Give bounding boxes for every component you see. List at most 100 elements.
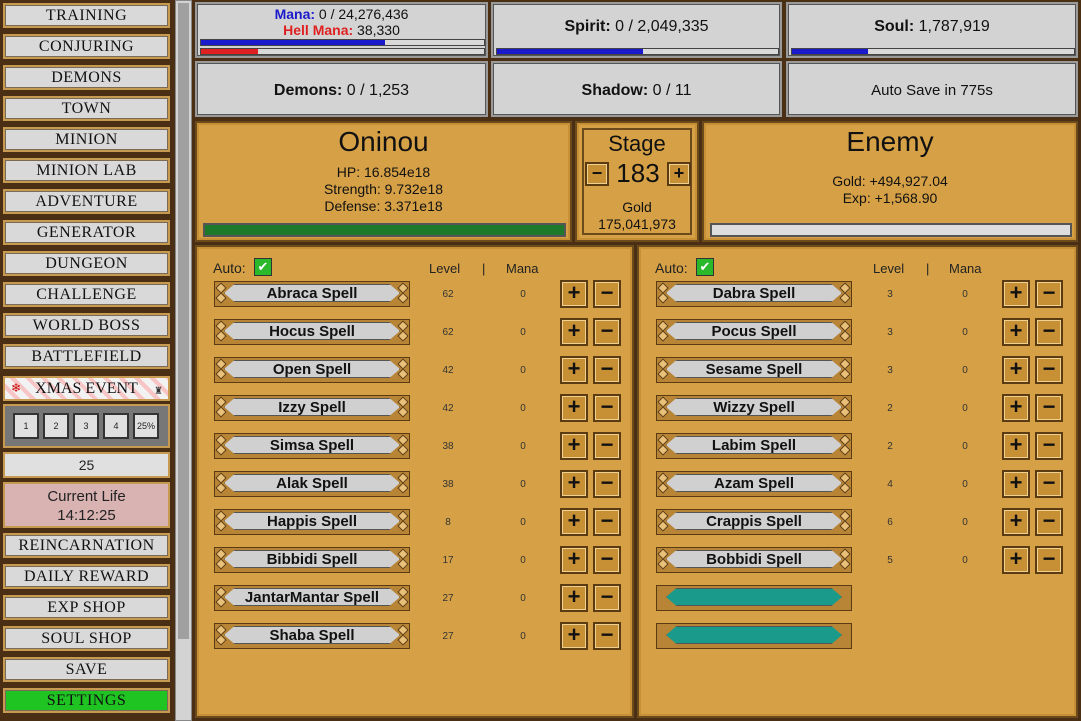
nav-minion-lab-button[interactable]: MINION LAB xyxy=(3,158,170,183)
quantity-field[interactable]: 25 xyxy=(3,452,170,478)
nav-reincarnation-button[interactable]: REINCARNATION xyxy=(3,533,170,558)
spell-button[interactable]: Abraca Spell xyxy=(214,281,410,307)
spell-minus-button[interactable]: − xyxy=(1035,394,1063,422)
spell-minus-button[interactable]: − xyxy=(1035,356,1063,384)
spell-minus-button[interactable]: − xyxy=(593,470,621,498)
spell-plus-button[interactable]: + xyxy=(560,394,588,422)
spell-plus-button[interactable]: + xyxy=(560,356,588,384)
spell-plus-button[interactable]: + xyxy=(560,584,588,612)
locked-spell-slot[interactable] xyxy=(656,585,852,611)
spell-plus-button[interactable]: + xyxy=(560,470,588,498)
locked-spell-slot[interactable] xyxy=(656,623,852,649)
spell-minus-button[interactable]: − xyxy=(593,584,621,612)
spirit-label: Spirit: xyxy=(564,18,611,35)
spell-mana: 0 xyxy=(520,631,526,642)
spell-minus-button[interactable]: − xyxy=(1035,508,1063,536)
spell-button[interactable]: Hocus Spell xyxy=(214,319,410,345)
spell-button[interactable]: Happis Spell xyxy=(214,509,410,535)
speed-button-25pct[interactable]: 25% xyxy=(133,413,159,439)
spell-button[interactable]: Open Spell xyxy=(214,357,410,383)
spell-plus-button[interactable]: + xyxy=(1002,470,1030,498)
nav-xmas-event-button[interactable]: ❄ XMAS EVENT ♜ xyxy=(3,376,170,401)
spell-minus-button[interactable]: − xyxy=(593,356,621,384)
spell-minus-button[interactable]: − xyxy=(1035,318,1063,346)
nav-minion-button[interactable]: MINION xyxy=(3,127,170,152)
soul-value: 1,787,919 xyxy=(914,18,990,35)
spell-mana: 0 xyxy=(520,403,526,414)
spell-minus-button[interactable]: − xyxy=(1035,470,1063,498)
nav-battlefield-button[interactable]: BATTLEFIELD xyxy=(3,344,170,369)
nav-town-button[interactable]: TOWN xyxy=(3,96,170,121)
spell-button[interactable]: Alak Spell xyxy=(214,471,410,497)
spell-mana: 0 xyxy=(520,289,526,300)
spell-plus-button[interactable]: + xyxy=(560,546,588,574)
right-auto-checkbox[interactable]: ✔ xyxy=(696,258,714,276)
spell-minus-button[interactable]: − xyxy=(1035,432,1063,460)
nav-generator-button[interactable]: GENERATOR xyxy=(3,220,170,245)
spell-button[interactable]: Wizzy Spell xyxy=(656,395,852,421)
spell-minus-button[interactable]: − xyxy=(593,508,621,536)
stage-plus-button[interactable]: + xyxy=(667,162,691,186)
spell-minus-button[interactable]: − xyxy=(1035,546,1063,574)
minus-icon: − xyxy=(1042,394,1056,419)
spell-button[interactable]: Crappis Spell xyxy=(656,509,852,535)
nav-daily-reward-button[interactable]: DAILY REWARD xyxy=(3,564,170,589)
spell-plus-button[interactable]: + xyxy=(1002,356,1030,384)
mana-bar-fill xyxy=(201,40,385,45)
spell-minus-button[interactable]: − xyxy=(1035,280,1063,308)
spell-plus-button[interactable]: + xyxy=(560,318,588,346)
nav-settings-button[interactable]: SETTINGS xyxy=(3,688,170,713)
nav-adventure-button[interactable]: ADVENTURE xyxy=(3,189,170,214)
spell-button[interactable]: Labim Spell xyxy=(656,433,852,459)
spell-button[interactable]: Azam Spell xyxy=(656,471,852,497)
nav-demons-button[interactable]: DEMONS xyxy=(3,65,170,90)
spell-plus-button[interactable]: + xyxy=(560,622,588,650)
nav-conjuring-button[interactable]: CONJURING xyxy=(3,34,170,59)
minus-icon: − xyxy=(600,508,614,533)
demons-stat-box: Demons: 0 / 1,253 xyxy=(195,61,488,117)
spell-name: Hocus Spell xyxy=(224,322,400,340)
spell-button[interactable]: Bibbidi Spell xyxy=(214,547,410,573)
mana-stat-box: Mana: 0 / 24,276,436 Hell Mana: 38,330 xyxy=(195,2,488,58)
spell-minus-button[interactable]: − xyxy=(593,432,621,460)
spell-minus-button[interactable]: − xyxy=(593,622,621,650)
spell-plus-button[interactable]: + xyxy=(1002,318,1030,346)
spell-minus-button[interactable]: − xyxy=(593,546,621,574)
spell-button[interactable]: Shaba Spell xyxy=(214,623,410,649)
spell-button[interactable]: JantarMantar Spell xyxy=(214,585,410,611)
spell-mana: 0 xyxy=(962,289,968,300)
spell-mana: 0 xyxy=(962,365,968,376)
spell-plus-button[interactable]: + xyxy=(1002,280,1030,308)
nav-soul-shop-button[interactable]: SOUL SHOP xyxy=(3,626,170,651)
spell-plus-button[interactable]: + xyxy=(560,432,588,460)
left-auto-checkbox[interactable]: ✔ xyxy=(254,258,272,276)
spell-plus-button[interactable]: + xyxy=(560,280,588,308)
spell-minus-button[interactable]: − xyxy=(593,394,621,422)
spell-plus-button[interactable]: + xyxy=(1002,508,1030,536)
spell-plus-button[interactable]: + xyxy=(1002,546,1030,574)
speed-button-1[interactable]: 1 xyxy=(13,413,39,439)
spell-button[interactable]: Sesame Spell xyxy=(656,357,852,383)
speed-button-2[interactable]: 2 xyxy=(43,413,69,439)
speed-button-3[interactable]: 3 xyxy=(73,413,99,439)
spell-button[interactable]: Simsa Spell xyxy=(214,433,410,459)
scrollbar-thumb[interactable] xyxy=(178,3,189,639)
spell-button[interactable]: Dabra Spell xyxy=(656,281,852,307)
nav-challenge-button[interactable]: CHALLENGE xyxy=(3,282,170,307)
nav-training-button[interactable]: TRAINING xyxy=(3,3,170,28)
speed-button-4[interactable]: 4 xyxy=(103,413,129,439)
spell-button[interactable]: Izzy Spell xyxy=(214,395,410,421)
nav-dungeon-button[interactable]: DUNGEON xyxy=(3,251,170,276)
nav-exp-shop-button[interactable]: EXP SHOP xyxy=(3,595,170,620)
spell-button[interactable]: Bobbidi Spell xyxy=(656,547,852,573)
nav-world-boss-button[interactable]: WORLD BOSS xyxy=(3,313,170,338)
nav-save-button[interactable]: SAVE xyxy=(3,657,170,682)
spell-plus-button[interactable]: + xyxy=(1002,432,1030,460)
spell-button[interactable]: Pocus Spell xyxy=(656,319,852,345)
spell-minus-button[interactable]: − xyxy=(593,318,621,346)
spell-plus-button[interactable]: + xyxy=(1002,394,1030,422)
spell-minus-button[interactable]: − xyxy=(593,280,621,308)
spell-plus-button[interactable]: + xyxy=(560,508,588,536)
stage-minus-button[interactable]: − xyxy=(585,162,609,186)
sidebar-scrollbar[interactable] xyxy=(175,0,192,721)
